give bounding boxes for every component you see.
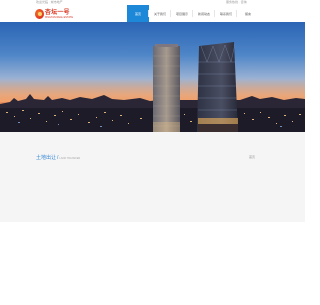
content-section: 土地出让 / LAND TRANSFER 首页 — [0, 132, 305, 222]
nav-item-label: 项目展示 — [175, 11, 188, 16]
site-header: 杏坛一号 XINGTAN REAL ESTATE 首页 关于我们 项目展示 新闻… — [0, 5, 305, 22]
section-subtitle: LAND TRANSFER — [59, 157, 81, 160]
hero-banner — [0, 22, 305, 132]
nav-item-label: 联系我们 — [219, 11, 232, 16]
logo-mark-icon — [35, 9, 44, 19]
title-divider: / — [57, 155, 59, 161]
nav-item-about[interactable]: 关于我们 — [149, 5, 171, 22]
city-skyline-image — [0, 42, 305, 132]
nav-item-label: 新闻动态 — [197, 11, 210, 16]
nav-item-label: 关于我们 — [153, 11, 166, 16]
site-logo[interactable]: 杏坛一号 XINGTAN REAL ESTATE — [35, 8, 73, 20]
section-title: 土地出让 — [36, 155, 57, 161]
breadcrumb-home-link[interactable]: 首页 — [249, 155, 255, 159]
nav-item-projects[interactable]: 项目展示 — [171, 5, 193, 22]
nav-item-news[interactable]: 新闻动态 — [193, 5, 215, 22]
logo-name-en: XINGTAN REAL ESTATE — [44, 15, 73, 19]
page: 欢迎光临 · 城市地产 服务热线 · 咨询 杏坛一号 XINGTAN REAL … — [0, 0, 305, 305]
main-nav: 首页 关于我们 项目展示 新闻动态 联系我们 留言 — [127, 5, 259, 22]
nav-item-message[interactable]: 留言 — [237, 5, 259, 22]
nav-item-label: 首页 — [134, 11, 141, 16]
nav-item-label: 留言 — [244, 11, 251, 16]
nav-item-contact[interactable]: 联系我们 — [215, 5, 237, 22]
nav-item-home[interactable]: 首页 — [127, 5, 149, 22]
section-heading: 土地出让 / LAND TRANSFER — [36, 154, 80, 161]
logo-text: 杏坛一号 XINGTAN REAL ESTATE — [45, 10, 73, 19]
